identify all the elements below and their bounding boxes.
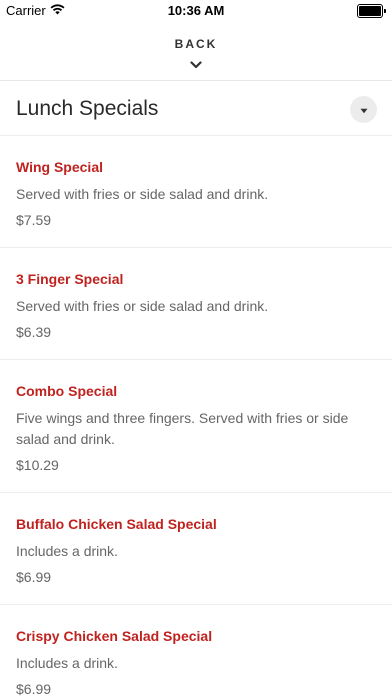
caret-down-icon bbox=[360, 101, 368, 119]
menu-item-name: Combo Special bbox=[16, 383, 118, 399]
menu-item[interactable]: Buffalo Chicken Salad Special Includes a… bbox=[0, 493, 392, 605]
menu-item[interactable]: 3 Finger Special Served with fries or si… bbox=[0, 248, 392, 360]
section-title: Lunch Specials bbox=[16, 97, 159, 120]
chevron-down-icon bbox=[190, 56, 202, 74]
menu-item-price: $7.59 bbox=[16, 212, 52, 228]
back-label: BACK bbox=[174, 37, 218, 51]
section-collapse-toggle[interactable] bbox=[350, 96, 377, 123]
menu-item-description: Five wings and three fingers. Served wit… bbox=[16, 410, 349, 447]
menu-item-price: $6.99 bbox=[16, 569, 52, 585]
menu-item[interactable]: Wing Special Served with fries or side s… bbox=[0, 136, 392, 248]
status-right bbox=[357, 4, 386, 18]
menu-item[interactable]: Crispy Chicken Salad Special Includes a … bbox=[0, 605, 392, 696]
status-time: 10:36 AM bbox=[167, 3, 225, 18]
menu-item-name: Crispy Chicken Salad Special bbox=[16, 628, 213, 644]
status-bar: Carrier 10:36 AM bbox=[0, 0, 392, 22]
menu-item-description: Includes a drink. bbox=[16, 543, 118, 559]
menu-item-description: Served with fries or side salad and drin… bbox=[16, 186, 269, 202]
menu-item-description: Served with fries or side salad and drin… bbox=[16, 298, 269, 314]
battery-cap bbox=[384, 9, 386, 13]
battery-icon bbox=[357, 4, 383, 18]
menu-item-name: Wing Special bbox=[16, 159, 104, 175]
back-button[interactable]: BACK bbox=[0, 22, 392, 81]
menu-item[interactable]: Combo Special Five wings and three finge… bbox=[0, 360, 392, 493]
section-header[interactable]: Lunch Specials bbox=[0, 81, 392, 136]
menu-item-price: $10.29 bbox=[16, 457, 59, 473]
menu-item-price: $6.99 bbox=[16, 681, 52, 696]
menu-item-list: Wing Special Served with fries or side s… bbox=[0, 136, 392, 696]
battery-fill bbox=[359, 6, 381, 16]
menu-item-description: Includes a drink. bbox=[16, 655, 118, 671]
app-screen: Carrier 10:36 AM BACK Lunch Specials Win… bbox=[0, 0, 392, 696]
menu-item-name: Buffalo Chicken Salad Special bbox=[16, 516, 217, 532]
menu-item-price: $6.39 bbox=[16, 324, 52, 340]
menu-item-name: 3 Finger Special bbox=[16, 271, 124, 287]
